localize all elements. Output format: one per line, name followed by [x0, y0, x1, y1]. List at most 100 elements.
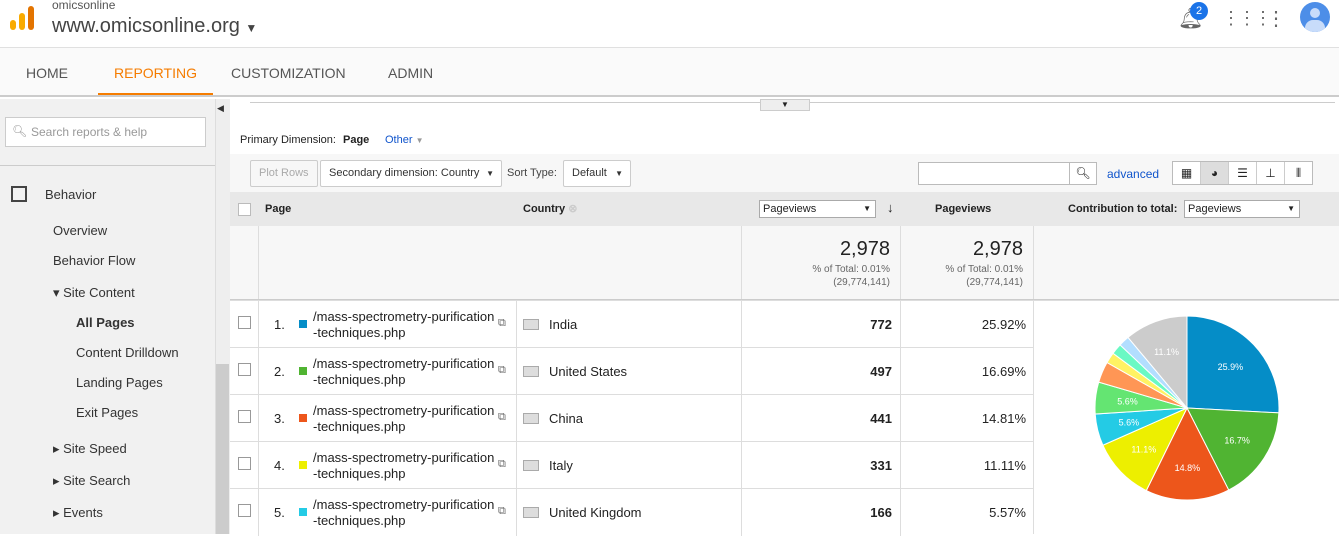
page-path-line2: -techniques.php	[313, 372, 406, 387]
sidebar-item-site-speed[interactable]: ▸ Site Speed	[53, 441, 127, 457]
header-pageviews[interactable]: Pageviews	[935, 203, 991, 215]
pie-label: 5.6%	[1119, 417, 1140, 427]
open-page-icon[interactable]: ⧉	[498, 317, 506, 330]
tab-customization[interactable]: CUSTOMIZATION	[231, 48, 346, 95]
tab-reporting[interactable]: REPORTING	[98, 48, 213, 95]
contribution-pct: 11.11%	[983, 458, 1026, 473]
row-number: 4.	[274, 458, 285, 473]
secondary-dimension-label: Secondary dimension: Country	[329, 167, 480, 179]
page-path-line2: -techniques.php	[313, 419, 406, 434]
primary-dimension-other[interactable]: Other ▼	[385, 134, 424, 146]
sidebar-item-events[interactable]: ▸ Events	[53, 505, 103, 521]
sidebar-item-overview[interactable]: Overview	[53, 223, 107, 238]
legend-swatch	[299, 414, 307, 422]
open-page-icon[interactable]: ⧉	[498, 505, 506, 518]
plot-rows-button[interactable]: Plot Rows	[250, 160, 318, 187]
divider	[0, 165, 215, 166]
pie-view-icon[interactable]: ◕	[1201, 162, 1229, 184]
pageviews-value: 441	[870, 411, 892, 426]
page-link[interactable]: /mass-spectrometry-purification -techniqu…	[313, 403, 494, 435]
sidebar-item-exit-pages[interactable]: Exit Pages	[76, 405, 138, 420]
pivot-view-icon[interactable]: ⦀	[1285, 162, 1312, 184]
page-link[interactable]: /mass-spectrometry-purification -techniqu…	[313, 497, 494, 529]
country-name[interactable]: China	[549, 411, 583, 426]
total-pageviews-2: 2,978	[972, 238, 1023, 260]
scroll-thumb[interactable]	[216, 364, 229, 534]
header-page[interactable]: Page	[265, 203, 291, 215]
collapse-sidebar-icon[interactable]: ◀	[217, 103, 224, 114]
row-number: 3.	[274, 411, 285, 426]
page-path-line2: -techniques.php	[313, 325, 406, 340]
country-name[interactable]: United Kingdom	[549, 505, 642, 520]
sidebar-section-behavior[interactable]: Behavior	[45, 187, 96, 202]
apps-grid-icon[interactable]: ⋮⋮⋮	[1222, 8, 1272, 29]
pie-label: 14.8%	[1175, 463, 1201, 473]
account-name: omicsonline	[52, 0, 116, 12]
avatar[interactable]	[1300, 2, 1330, 32]
sidebar-item-behavior-flow[interactable]: Behavior Flow	[53, 253, 135, 268]
expand-chart-button[interactable]: ▼	[760, 99, 810, 111]
sidebar-item-content-drilldown[interactable]: Content Drilldown	[76, 345, 179, 360]
search-button[interactable]: 🔍︎	[1069, 162, 1097, 185]
metric-select-value: Pageviews	[763, 203, 817, 215]
page-link[interactable]: /mass-spectrometry-purification -techniqu…	[313, 356, 494, 388]
country-name[interactable]: United States	[549, 364, 627, 379]
page-path-line1: /mass-spectrometry-purification	[313, 356, 495, 371]
secondary-dimension-dropdown[interactable]: Secondary dimension: Country ▼	[320, 160, 502, 187]
tab-admin[interactable]: ADMIN	[388, 48, 433, 95]
totals-row: 2,978 % of Total: 0.01% (29,774,141) 2,9…	[230, 226, 1339, 300]
remove-dimension-icon[interactable]: ⊗	[568, 203, 577, 215]
search-input[interactable]: 🔍︎ Search reports & help	[5, 117, 206, 147]
table-search-input[interactable]	[918, 162, 1070, 185]
total-pct: % of Total: 0.01%	[812, 264, 890, 275]
sort-arrow-icon[interactable]: ↓	[887, 200, 894, 215]
legend-swatch	[299, 367, 307, 375]
contribution-select[interactable]: Pageviews ▼	[1184, 200, 1300, 218]
select-all-checkbox[interactable]	[238, 203, 251, 216]
row-checkbox[interactable]	[238, 457, 251, 470]
row-checkbox[interactable]	[238, 363, 251, 376]
country-flag-icon	[523, 460, 539, 471]
pie-label: 16.7%	[1224, 436, 1250, 446]
sidebar-item-site-search[interactable]: ▸ Site Search	[53, 473, 130, 489]
advanced-link[interactable]: advanced	[1107, 167, 1159, 181]
performance-view-icon[interactable]: ☰	[1229, 162, 1257, 184]
more-vert-icon[interactable]: ⋮	[1266, 6, 1286, 31]
metric-select[interactable]: Pageviews ▼	[759, 200, 876, 218]
sort-type-value: Default	[572, 167, 607, 179]
page-path-line2: -techniques.php	[313, 513, 406, 528]
property-selector[interactable]: www.omicsonline.org ▼	[52, 15, 257, 38]
sidebar-item-site-content[interactable]: ▾ Site Content	[53, 285, 135, 301]
search-placeholder: Search reports & help	[31, 125, 148, 139]
tab-home[interactable]: HOME	[26, 48, 68, 95]
header-country[interactable]: Country ⊗	[523, 202, 577, 215]
row-checkbox[interactable]	[238, 410, 251, 423]
country-flag-icon	[523, 507, 539, 518]
open-page-icon[interactable]: ⧉	[498, 458, 506, 471]
sidebar-item-landing-pages[interactable]: Landing Pages	[76, 375, 163, 390]
chevron-down-icon: ▼	[615, 169, 623, 178]
total-pageviews: 2,978	[839, 238, 890, 260]
primary-dimension-page[interactable]: Page	[343, 134, 369, 146]
sort-type-label: Sort Type:	[507, 167, 557, 179]
sidebar-scrollbar[interactable]	[215, 99, 230, 534]
page-link[interactable]: /mass-spectrometry-purification -techniqu…	[313, 450, 494, 482]
row-checkbox[interactable]	[238, 504, 251, 517]
sort-type-dropdown[interactable]: Default ▼	[563, 160, 631, 187]
country-name[interactable]: India	[549, 317, 577, 332]
table-view-icon[interactable]: ▦	[1173, 162, 1201, 184]
notification-badge: 2	[1190, 2, 1208, 20]
analytics-logo	[10, 6, 34, 30]
pageviews-value: 331	[870, 458, 892, 473]
page-link[interactable]: /mass-spectrometry-purification -techniqu…	[313, 309, 494, 341]
sidebar-item-all-pages[interactable]: All Pages	[76, 315, 135, 330]
open-page-icon[interactable]: ⧉	[498, 411, 506, 424]
legend-swatch	[299, 461, 307, 469]
pie-chart-panel: 25.9% 16.7% 14.8% 11.1% 5.6% 5.6% 11.1%	[1033, 300, 1339, 534]
country-name[interactable]: Italy	[549, 458, 573, 473]
comparison-view-icon[interactable]: ⊥	[1257, 162, 1285, 184]
row-checkbox[interactable]	[238, 316, 251, 329]
open-page-icon[interactable]: ⧉	[498, 364, 506, 377]
page-path-line1: /mass-spectrometry-purification	[313, 309, 495, 324]
sidebar: 🔍︎ Search reports & help Behavior Overvi…	[0, 99, 215, 534]
